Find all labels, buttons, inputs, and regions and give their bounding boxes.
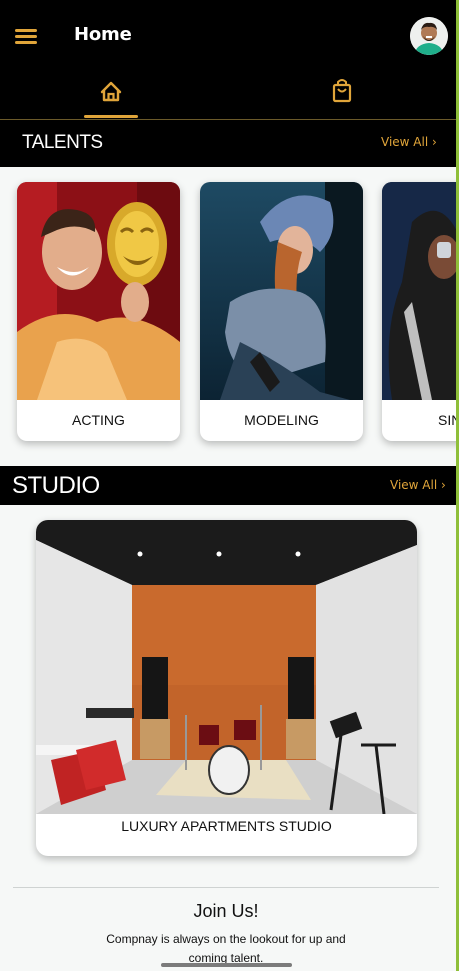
acting-photo (17, 182, 180, 400)
talents-section-header: TALENTS View All › (0, 120, 456, 167)
modeling-photo (200, 182, 363, 400)
page-title: Home (74, 24, 132, 45)
app-bar: Home (0, 0, 456, 120)
home-icon (100, 81, 122, 102)
studio-photo (36, 520, 417, 815)
shopping-bag-icon (332, 79, 352, 103)
tab-home[interactable] (71, 70, 151, 120)
studio-card[interactable]: LUXURY APARTMENTS STUDIO (36, 520, 417, 856)
talent-card-acting[interactable]: ACTING (17, 182, 180, 441)
avatar[interactable] (410, 17, 448, 55)
footer-divider (13, 887, 439, 888)
join-us-title: Join Us! (193, 901, 259, 921)
top-tabs (0, 70, 456, 120)
talent-card-label: ACTING (72, 412, 125, 428)
studio-card-label: LUXURY APARTMENTS STUDIO (121, 818, 332, 834)
talent-card-label: SIN (438, 412, 456, 428)
talent-card-modeling[interactable]: MODELING (200, 182, 363, 441)
home-indicator[interactable] (161, 963, 292, 967)
singing-photo (382, 182, 456, 400)
talents-carousel[interactable]: ACTING MODELING SI (0, 167, 456, 457)
studio-section-header: STUDIO View All › (0, 466, 456, 505)
talents-view-all-link[interactable]: View All › (381, 135, 437, 149)
active-tab-indicator (84, 115, 138, 118)
hamburger-menu-icon[interactable] (15, 27, 37, 45)
studio-heading: STUDIO (12, 472, 100, 499)
talents-heading: TALENTS (22, 132, 103, 153)
studio-view-all-link[interactable]: View All › (390, 478, 446, 492)
talent-card-label: MODELING (244, 412, 319, 428)
talent-card-singing[interactable]: SIN (382, 182, 456, 441)
tab-shop[interactable] (301, 70, 381, 120)
